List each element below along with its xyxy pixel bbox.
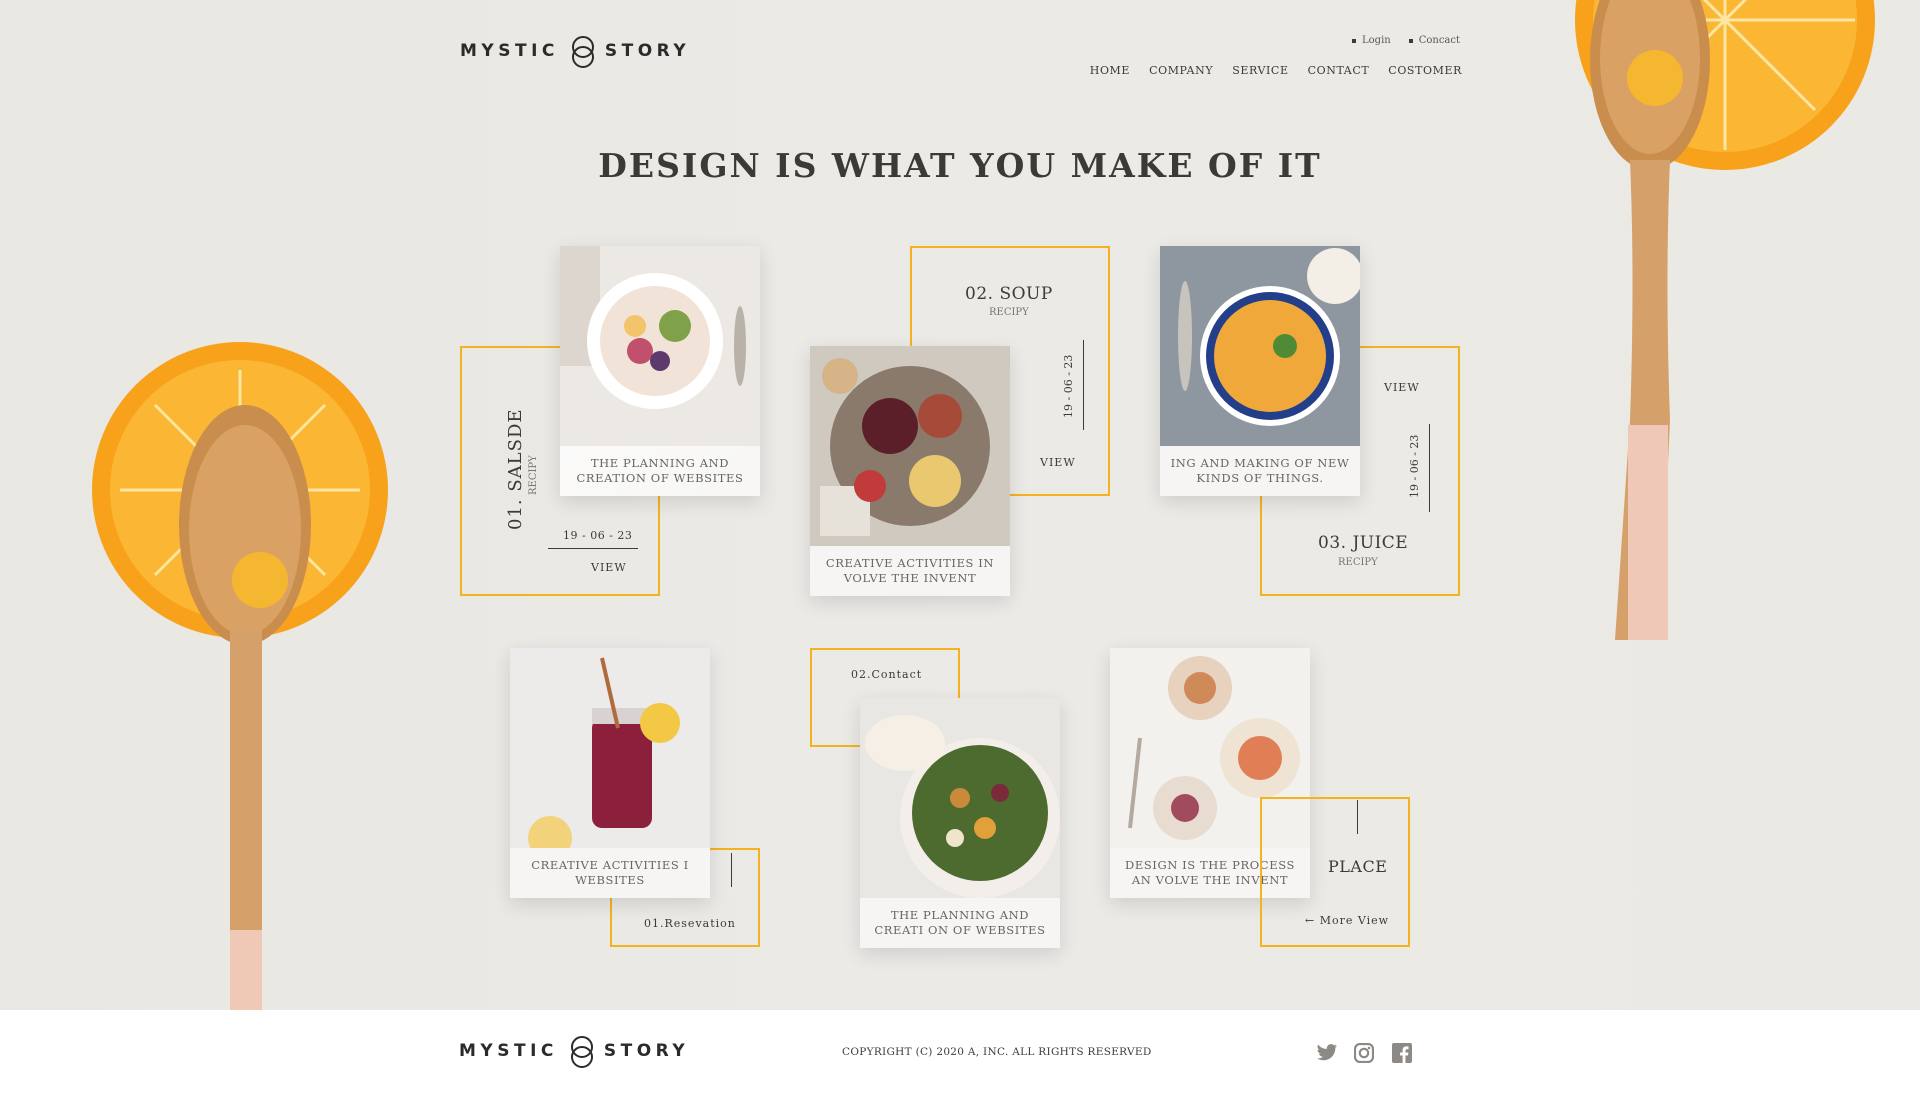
recipe-3-divider xyxy=(1429,424,1430,512)
copyright-text: COPYRIGHT (C) 2020 A, INC. ALL RIGHTS RE… xyxy=(842,1046,1152,1058)
footer-logo[interactable]: MYSTIC STORY xyxy=(459,1036,690,1068)
recipe-1-view[interactable]: VIEW xyxy=(591,561,627,574)
recipe-1-card[interactable]: THE PLANNING AND CREATION OF WEBSITES xyxy=(560,246,760,496)
instagram-icon[interactable] xyxy=(1353,1042,1375,1064)
main-nav: HOME COMPANY SERVICE CONTACT COSTOMER xyxy=(1090,64,1462,77)
contact-link[interactable]: 02.Contact xyxy=(851,668,922,681)
hero-title: DESIGN IS WHAT YOU MAKE OF IT xyxy=(598,146,1322,185)
recipe-3-date: 19 - 06 - 23 xyxy=(1408,434,1421,498)
orange-spoon-left-illustration xyxy=(92,342,388,1010)
twitter-icon[interactable] xyxy=(1316,1043,1338,1063)
more-view-link[interactable]: ← More View xyxy=(1305,914,1389,927)
top-utility-links: Login Concact xyxy=(1352,35,1460,46)
place-divider xyxy=(1357,800,1358,834)
fruit-bowl-image xyxy=(560,246,760,446)
brand-name-left: MYSTIC xyxy=(460,41,559,61)
contact-caption: THE PLANNING AND CREATI ON OF WEBSITES xyxy=(860,898,1060,948)
recipe-3-sub: RECIPY xyxy=(1338,557,1378,568)
recipe-3-view[interactable]: VIEW xyxy=(1384,381,1420,394)
reservation-divider xyxy=(731,853,732,887)
juice-glass-image xyxy=(510,648,710,860)
facebook-icon[interactable] xyxy=(1392,1043,1412,1063)
salad-bowl-image xyxy=(860,698,1060,898)
footer-logo-mark-icon xyxy=(570,1036,593,1068)
recipe-3-title: 03. JUICE xyxy=(1318,533,1409,553)
orange-spoon-right-illustration xyxy=(1575,0,1875,640)
brand-name-right: STORY xyxy=(604,41,691,61)
recipe-2-date: 19 - 06 - 23 xyxy=(1062,354,1075,418)
recipe-1-caption: THE PLANNING AND CREATION OF WEBSITES xyxy=(560,446,760,496)
recipe-1-sub: RECIPY xyxy=(528,455,539,495)
nav-item-customer[interactable]: COSTOMER xyxy=(1388,64,1462,77)
nav-item-company[interactable]: COMPANY xyxy=(1149,64,1213,77)
recipe-3-card[interactable]: ING AND MAKING OF NEW KINDS OF THINGS. xyxy=(1160,246,1360,496)
recipe-1-divider xyxy=(548,548,638,549)
footer: MYSTIC STORY COPYRIGHT (C) 2020 A, INC. … xyxy=(0,1010,1920,1095)
recipe-2-sub: RECIPY xyxy=(989,307,1029,318)
recipe-2-card[interactable]: CREATIVE ACTIVITIES IN VOLVE THE INVENT xyxy=(810,346,1010,596)
social-links xyxy=(1316,1042,1412,1064)
reservation-card[interactable]: CREATIVE ACTIVITIES I WEBSITES xyxy=(510,648,710,898)
footer-brand-left: MYSTIC xyxy=(459,1041,558,1061)
place-title: PLACE xyxy=(1328,857,1388,876)
brand-logo[interactable]: MYSTIC STORY xyxy=(460,36,691,68)
footer-brand-right: STORY xyxy=(603,1041,690,1061)
nav-item-home[interactable]: HOME xyxy=(1090,64,1130,77)
reservation-caption: CREATIVE ACTIVITIES I WEBSITES xyxy=(510,848,710,898)
nav-item-contact[interactable]: CONTACT xyxy=(1308,64,1370,77)
recipe-2-title: 02. SOUP xyxy=(965,284,1053,304)
recipe-3-caption: ING AND MAKING OF NEW KINDS OF THINGS. xyxy=(1160,446,1360,496)
reservation-link[interactable]: 01.Resevation xyxy=(644,917,736,930)
logo-mark-icon xyxy=(571,36,594,68)
nav-item-service[interactable]: SERVICE xyxy=(1232,64,1288,77)
contact-link[interactable]: Concact xyxy=(1409,35,1460,46)
soup-bowl-image xyxy=(1160,246,1360,446)
hero-section: MYSTIC STORY Login Concact HOME COMPANY … xyxy=(0,0,1920,1010)
recipe-2-view[interactable]: VIEW xyxy=(1040,456,1076,469)
contact-card[interactable]: THE PLANNING AND CREATI ON OF WEBSITES xyxy=(860,698,1060,948)
recipe-1-date: 19 - 06 - 23 xyxy=(563,529,633,542)
recipe-2-divider xyxy=(1083,340,1084,430)
recipe-2-caption: CREATIVE ACTIVITIES IN VOLVE THE INVENT xyxy=(810,546,1010,596)
recipe-1-title: 01. SALSDE xyxy=(505,408,526,530)
login-link[interactable]: Login xyxy=(1352,35,1391,46)
platter-image xyxy=(810,346,1010,546)
